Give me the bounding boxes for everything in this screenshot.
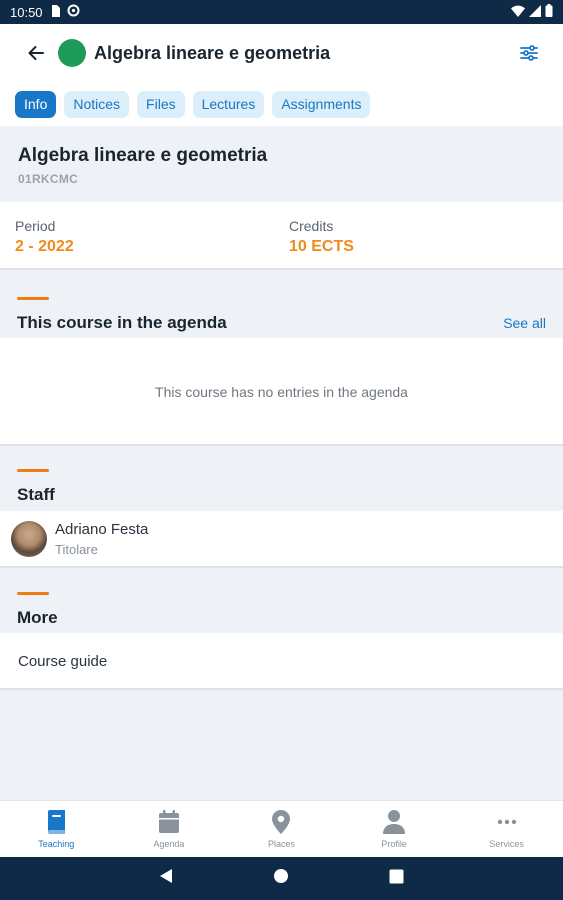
status-bar: 10:50 [0, 0, 563, 24]
more-section-header: More [0, 568, 563, 633]
sim-card-icon [50, 4, 60, 20]
course-code: 01RKCMC [18, 172, 79, 186]
system-recents-button[interactable] [389, 869, 404, 889]
data-saver-icon [67, 4, 80, 20]
tab-files[interactable]: Files [137, 90, 185, 118]
tab-notices[interactable]: Notices [64, 90, 130, 118]
section-accent-bar [17, 297, 49, 300]
nav-agenda-label: Agenda [153, 839, 185, 849]
person-icon [383, 810, 406, 834]
book-icon [48, 810, 66, 834]
credits-label: Credits [289, 218, 334, 234]
system-home-button[interactable] [273, 868, 289, 889]
page-title: Algebra lineare e geometria [94, 42, 331, 63]
section-accent-bar [17, 469, 49, 472]
staff-member-row[interactable]: Adriano Festa Titolare [0, 511, 563, 566]
battery-icon [545, 4, 553, 20]
filter-button[interactable] [511, 35, 547, 71]
more-dots-icon [497, 819, 516, 825]
bottom-nav: Teaching Agenda Places Profile Services [0, 800, 563, 857]
agenda-section-title: This course in the agenda [17, 313, 227, 332]
agenda-section-header: This course in the agenda See all [0, 272, 563, 338]
nav-services-label: Services [489, 839, 524, 849]
nav-profile-label: Profile [381, 839, 407, 849]
agenda-card: This course has no entries in the agenda [0, 338, 563, 446]
staff-section-title: Staff [17, 485, 55, 504]
wifi-icon [511, 5, 525, 20]
staff-section-header: Staff [0, 446, 563, 511]
staff-member-name: Adriano Festa [55, 520, 149, 538]
course-color-dot [58, 39, 86, 67]
course-name: Algebra lineare e geometria [18, 145, 268, 166]
tab-info[interactable]: Info [15, 90, 57, 118]
circle-home-icon [274, 869, 288, 883]
course-info-row: Period 2 - 2022 Credits 10 ECTS [0, 202, 563, 270]
tab-lectures[interactable]: Lectures [192, 90, 265, 118]
status-time: 10:50 [10, 4, 43, 20]
calendar-icon [158, 810, 179, 833]
section-accent-bar [17, 592, 49, 595]
nav-agenda[interactable]: Agenda [113, 801, 226, 857]
square-recents-icon [389, 869, 404, 883]
nav-places[interactable]: Places [225, 801, 338, 857]
tab-bar: Info Notices Files Lectures Assignments [0, 82, 563, 126]
system-nav-bar [0, 857, 563, 900]
nav-services[interactable]: Services [450, 801, 563, 857]
period-block: Period 2 - 2022 [15, 218, 289, 268]
arrow-left-icon [28, 46, 44, 60]
app-header: Algebra lineare e geometria Info Notices… [0, 24, 563, 126]
nav-teaching[interactable]: Teaching [0, 801, 113, 857]
period-label: Period [15, 218, 56, 234]
map-pin-icon [272, 810, 291, 834]
back-button[interactable] [18, 35, 54, 71]
nav-teaching-label: Teaching [38, 839, 75, 849]
course-header: Algebra lineare e geometria 01RKCMC [0, 126, 563, 202]
sliders-icon [520, 45, 538, 61]
more-card: Course guide [0, 633, 563, 690]
period-value: 2 - 2022 [15, 238, 74, 255]
nav-profile[interactable]: Profile [338, 801, 451, 857]
staff-member-role: Titolare [55, 541, 98, 557]
tab-assignments[interactable]: Assignments [272, 90, 371, 118]
avatar [11, 520, 47, 557]
more-section-title: More [17, 608, 58, 627]
see-all-link[interactable]: See all [503, 315, 546, 331]
credits-block: Credits 10 ECTS [289, 218, 563, 268]
nav-places-label: Places [267, 839, 295, 849]
staff-card: Adriano Festa Titolare [0, 511, 563, 568]
system-back-button[interactable] [159, 868, 173, 889]
course-guide-link[interactable]: Course guide [0, 633, 563, 670]
triangle-back-icon [160, 869, 172, 883]
agenda-empty-message: This course has no entries in the agenda [155, 384, 408, 400]
signal-icon [529, 4, 541, 20]
credits-value: 10 ECTS [289, 238, 354, 255]
